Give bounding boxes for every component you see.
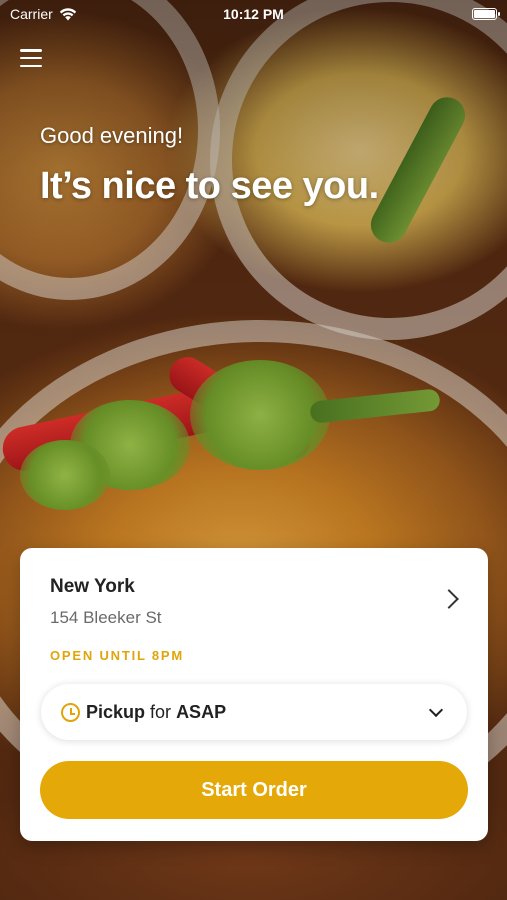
order-mode-dropdown[interactable]: Pickup for ASAP: [41, 684, 467, 740]
start-order-button[interactable]: Start Order: [40, 761, 468, 819]
order-mode-for: for: [150, 701, 177, 722]
order-mode-text: Pickup for ASAP: [86, 702, 226, 723]
location-selector[interactable]: New York 154 Bleeker St: [50, 576, 459, 628]
wifi-icon: [59, 7, 76, 20]
order-mode-value: Pickup: [86, 701, 146, 722]
carrier-label: Carrier: [10, 6, 53, 22]
chevron-down-icon: [428, 702, 444, 717]
greeting-text: Good evening!: [40, 123, 184, 148]
status-left: Carrier: [10, 6, 77, 22]
battery-icon: [472, 8, 500, 20]
headline-text: It’s nice to see you.: [40, 165, 379, 207]
location-city: New York: [50, 576, 135, 597]
location-card: New York 154 Bleeker St OPEN UNTIL 8PM P…: [20, 548, 488, 841]
location-address: 154 Bleeker St: [50, 608, 162, 627]
clock-icon: [61, 702, 80, 722]
hours-label: OPEN UNTIL 8PM: [50, 648, 185, 663]
hamburger-menu-icon[interactable]: [20, 48, 42, 68]
order-time-value: ASAP: [176, 701, 227, 722]
status-bar: Carrier 10:12 PM: [0, 0, 507, 28]
